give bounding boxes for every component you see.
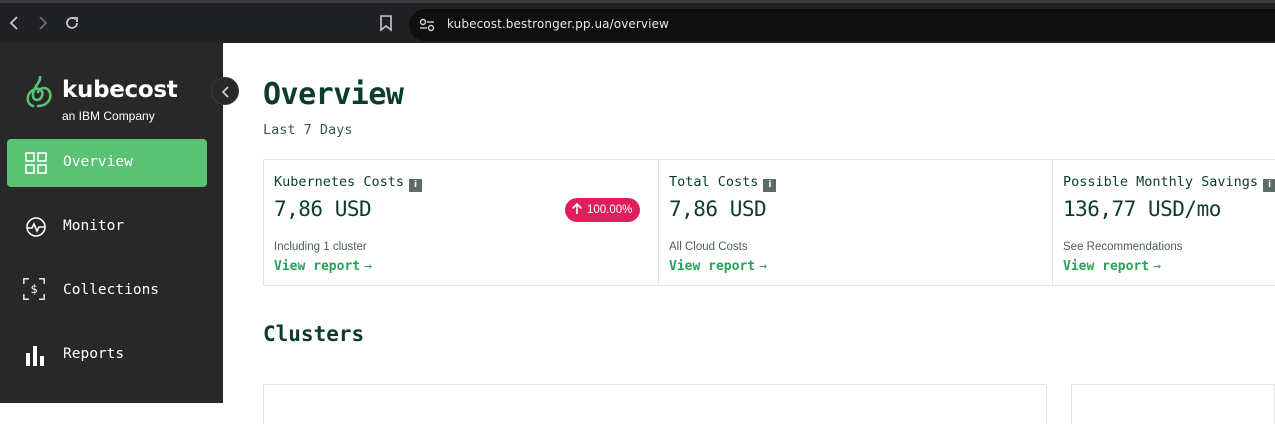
browser-toolbar: kubecost.bestronger.pp.ua/overview <box>0 0 1275 43</box>
card-note: See Recommendations <box>1063 241 1183 253</box>
arrow-right-icon: → <box>1153 259 1161 274</box>
card-note: All Cloud Costs <box>669 241 748 253</box>
site-settings-icon[interactable] <box>418 17 436 33</box>
card-title: Kubernetes Costs i <box>274 174 423 192</box>
card-title: Total Costs i <box>669 174 777 192</box>
view-report-link[interactable]: View report → <box>274 259 372 274</box>
logo-tagline: an IBM Company <box>62 109 155 123</box>
chevron-left-icon <box>221 86 229 98</box>
total-costs-card: Total Costs i 7,86 USD All Cloud Costs Vi… <box>658 160 1052 285</box>
view-report-link[interactable]: View report → <box>669 259 767 274</box>
card-title: Possible Monthly Savings i <box>1063 174 1275 192</box>
chevron-right-icon[interactable] <box>33 13 53 33</box>
info-icon[interactable]: i <box>1263 179 1275 192</box>
chevron-left-icon[interactable] <box>4 13 24 33</box>
card-value: 7,86 USD <box>274 197 372 221</box>
sidebar-item-overview[interactable]: Overview <box>7 139 207 187</box>
monitor-pulse-icon <box>26 217 46 237</box>
main-content: Overview Last 7 Days Kubernetes Costs i 7… <box>223 43 1275 424</box>
bar-chart-icon <box>26 346 44 366</box>
card-value: 136,77 USD/mo <box>1063 197 1221 221</box>
cluster-panel <box>1071 384 1275 424</box>
collapse-sidebar-button[interactable] <box>211 77 239 105</box>
svg-text:$: $ <box>30 282 37 296</box>
cluster-panel <box>263 384 1047 424</box>
sidebar-item-label: Overview <box>63 154 133 170</box>
kubernetes-costs-card: Kubernetes Costs i 7,86 USD 100.00% Inclu… <box>264 160 658 285</box>
clusters-heading: Clusters <box>263 322 365 346</box>
bookmark-icon[interactable] <box>376 13 396 33</box>
info-icon[interactable]: i <box>763 179 777 192</box>
sidebar-item-collections[interactable]: $ Collections <box>7 267 207 315</box>
dollar-frame-icon: $ <box>23 278 45 300</box>
page-title: Overview <box>263 77 404 112</box>
sidebar-item-label: Reports <box>63 346 125 362</box>
logo-wordmark: kubecost <box>62 77 178 103</box>
date-range-label: Last 7 Days <box>263 122 353 138</box>
card-note: Including 1 cluster <box>274 241 367 253</box>
arrow-up-icon <box>571 203 583 214</box>
arrow-right-icon: → <box>759 259 767 274</box>
grid-icon <box>25 152 47 174</box>
sidebar-item-label: Collections <box>63 282 160 298</box>
info-icon[interactable]: i <box>409 179 423 192</box>
sidebar-item-reports[interactable]: Reports <box>7 331 207 379</box>
card-value: 7,86 USD <box>669 197 767 221</box>
arrow-right-icon: → <box>364 259 372 274</box>
kubecost-logo-icon <box>26 76 52 108</box>
sidebar: kubecost an IBM Company Overview Monitor… <box>0 43 223 403</box>
summary-cards: Kubernetes Costs i 7,86 USD 100.00% Inclu… <box>263 159 1275 286</box>
possible-savings-card: Possible Monthly Savings i 136,77 USD/mo … <box>1052 160 1275 285</box>
change-badge: 100.00% <box>565 198 641 222</box>
view-report-link[interactable]: View report → <box>1063 259 1161 274</box>
sidebar-item-monitor[interactable]: Monitor <box>7 203 207 251</box>
reload-icon[interactable] <box>62 13 82 33</box>
url-text[interactable]: kubecost.bestronger.pp.ua/overview <box>447 17 669 31</box>
address-bar[interactable]: kubecost.bestronger.pp.ua/overview <box>409 9 1275 41</box>
sidebar-item-label: Monitor <box>63 218 125 234</box>
